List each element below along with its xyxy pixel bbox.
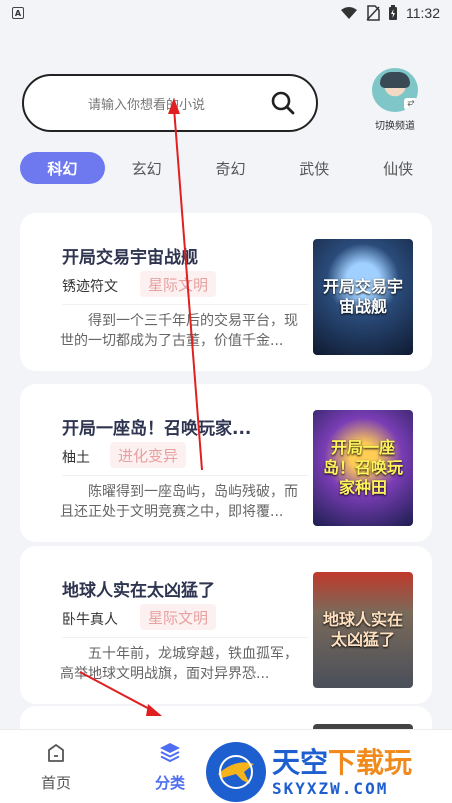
tab-qihuan[interactable]: 奇幻 xyxy=(189,152,273,184)
layers-icon xyxy=(160,743,180,763)
nav-home[interactable]: 首页 xyxy=(26,740,86,793)
book-card[interactable]: 开局一座岛！召唤玩家... 柚土 进化变异 陈曜得到一座岛屿，岛屿残破，而且还正… xyxy=(20,384,432,542)
category-tabs: 科幻 玄幻 奇幻 武侠 仙侠 xyxy=(20,152,440,184)
book-description: 五十年前，龙城穿越，铁血孤军，高举地球文明战旗，面对异界恐... xyxy=(60,646,298,682)
watermark-title-main: 天空 xyxy=(272,745,329,779)
book-author: 柚土 xyxy=(62,450,90,466)
watermark-title: 天空下载玩 xyxy=(272,745,413,779)
book-description: 得到一个三千年后的交易平台，现世的一切都成为了古董，价值千金... xyxy=(60,313,298,349)
nav-category[interactable]: 分类 xyxy=(140,740,200,793)
book-cover[interactable]: 地球人实在太凶猛了 xyxy=(313,572,413,688)
book-author: 卧牛真人 xyxy=(62,612,118,628)
watermark-logo xyxy=(206,742,266,802)
no-sim-icon xyxy=(366,5,380,21)
watermark-title-accent: 下载玩 xyxy=(328,745,413,779)
nav-category-label: 分类 xyxy=(154,774,185,792)
divider xyxy=(62,304,308,305)
book-tag: 进化变异 xyxy=(110,442,187,468)
avatar-hair xyxy=(380,72,410,88)
search-icon[interactable] xyxy=(270,90,296,116)
avatar[interactable]: ⇄ xyxy=(372,68,418,112)
book-title[interactable]: 地球人实在太凶猛了 xyxy=(62,576,282,601)
swap-icon: ⇄ xyxy=(404,98,418,110)
book-tag: 星际文明 xyxy=(140,604,217,630)
book-title[interactable]: 开局一座岛！召唤玩家... xyxy=(62,414,282,439)
airplane-icon xyxy=(218,755,254,789)
book-tag: 星际文明 xyxy=(140,271,217,297)
watermark-url: SKYXZW.COM xyxy=(272,778,389,798)
book-cover-title: 开局一座岛！召唤玩家种田 xyxy=(322,438,403,497)
book-title[interactable]: 开局交易宇宙战舰 xyxy=(62,243,282,268)
search-box[interactable]: 请输入你想看的小说 xyxy=(22,74,318,132)
home-icon xyxy=(48,744,64,762)
clock: 11:32 xyxy=(406,5,440,21)
nav-home-label: 首页 xyxy=(40,774,71,792)
battery-charging-icon xyxy=(389,5,397,20)
tab-xianxia[interactable]: 仙侠 xyxy=(356,152,440,184)
book-cover[interactable]: 开局一座岛！召唤玩家种田 xyxy=(313,410,413,526)
tab-scifi[interactable]: 科幻 xyxy=(20,152,105,184)
book-author: 锈迹符文 xyxy=(62,279,118,295)
divider xyxy=(62,637,308,638)
book-description: 陈曜得到一座岛屿，岛屿残破，而且还正处于文明竞赛之中，即将覆... xyxy=(60,484,298,520)
book-cover-title: 地球人实在太凶猛了 xyxy=(322,610,403,649)
tab-xuanhuan[interactable]: 玄幻 xyxy=(105,152,189,184)
search-input[interactable]: 请输入你想看的小说 xyxy=(88,94,205,113)
status-bar: A 11:32 xyxy=(0,0,452,26)
watermark: 天空下载玩 SKYXZW.COM xyxy=(206,742,452,802)
tab-wuxia[interactable]: 武侠 xyxy=(272,152,356,184)
app-notification-icon: A xyxy=(12,7,24,19)
divider xyxy=(62,475,308,476)
wifi-icon xyxy=(341,7,357,19)
channel-switch-label: 切换频道 xyxy=(375,121,415,132)
channel-switch-button[interactable]: ⇄ 切换频道 xyxy=(368,68,422,132)
book-cover-title: 开局交易宇宙战舰 xyxy=(322,277,403,316)
book-card[interactable]: 开局交易宇宙战舰 锈迹符文 星际文明 得到一个三千年后的交易平台，现世的一切都成… xyxy=(20,213,432,371)
book-card[interactable]: 地球人实在太凶猛了 卧牛真人 星际文明 五十年前，龙城穿越，铁血孤军，高举地球文… xyxy=(20,546,432,704)
book-cover[interactable]: 开局交易宇宙战舰 xyxy=(313,239,413,355)
